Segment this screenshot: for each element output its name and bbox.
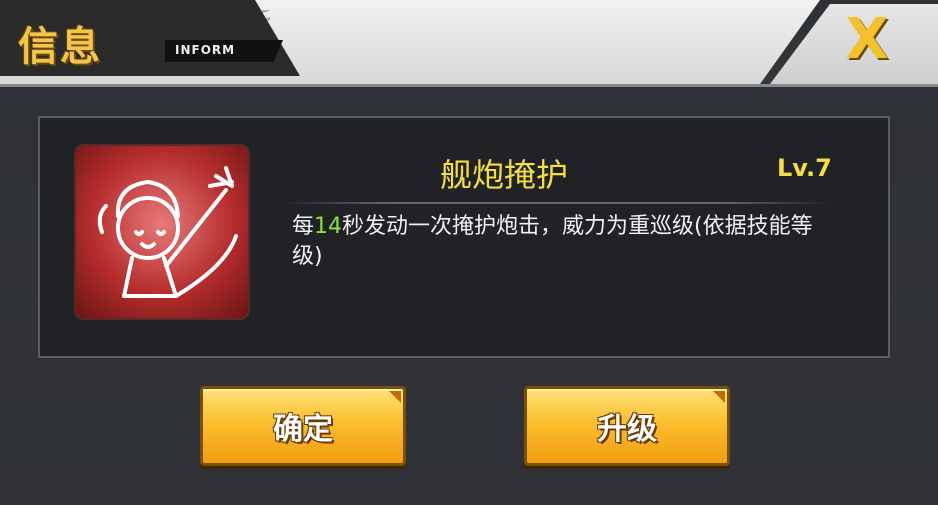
confirm-button-label: 确定 <box>273 412 333 447</box>
divider <box>282 202 830 204</box>
character-cannon-icon <box>97 166 238 298</box>
upgrade-button-label: 升级 <box>597 412 657 447</box>
confirm-button[interactable]: 确定 <box>200 386 406 466</box>
skill-description: 每14秒发动一次掩护炮击，威力为重巡级(依据技能等级) <box>292 212 827 272</box>
skill-info-dialog: 信息 INFORM X 舰炮掩护 Lv.7 每14秒发动一次掩护炮击，威力为重巡… <box>0 0 938 505</box>
desc-suffix: 秒发动一次掩护炮击，威力为重巡级(依据技能等级) <box>292 214 813 269</box>
close-button[interactable]: X <box>832 10 902 70</box>
dialog-title: 信息 <box>18 24 102 70</box>
desc-prefix: 每 <box>292 214 315 239</box>
dialog-subtitle: INFORM <box>165 40 283 62</box>
skill-icon <box>74 144 250 320</box>
skill-name: 舰炮掩护 <box>440 156 569 194</box>
skill-level: Lv.7 <box>777 154 832 182</box>
desc-highlight-number: 14 <box>314 214 343 239</box>
upgrade-button[interactable]: 升级 <box>524 386 730 466</box>
